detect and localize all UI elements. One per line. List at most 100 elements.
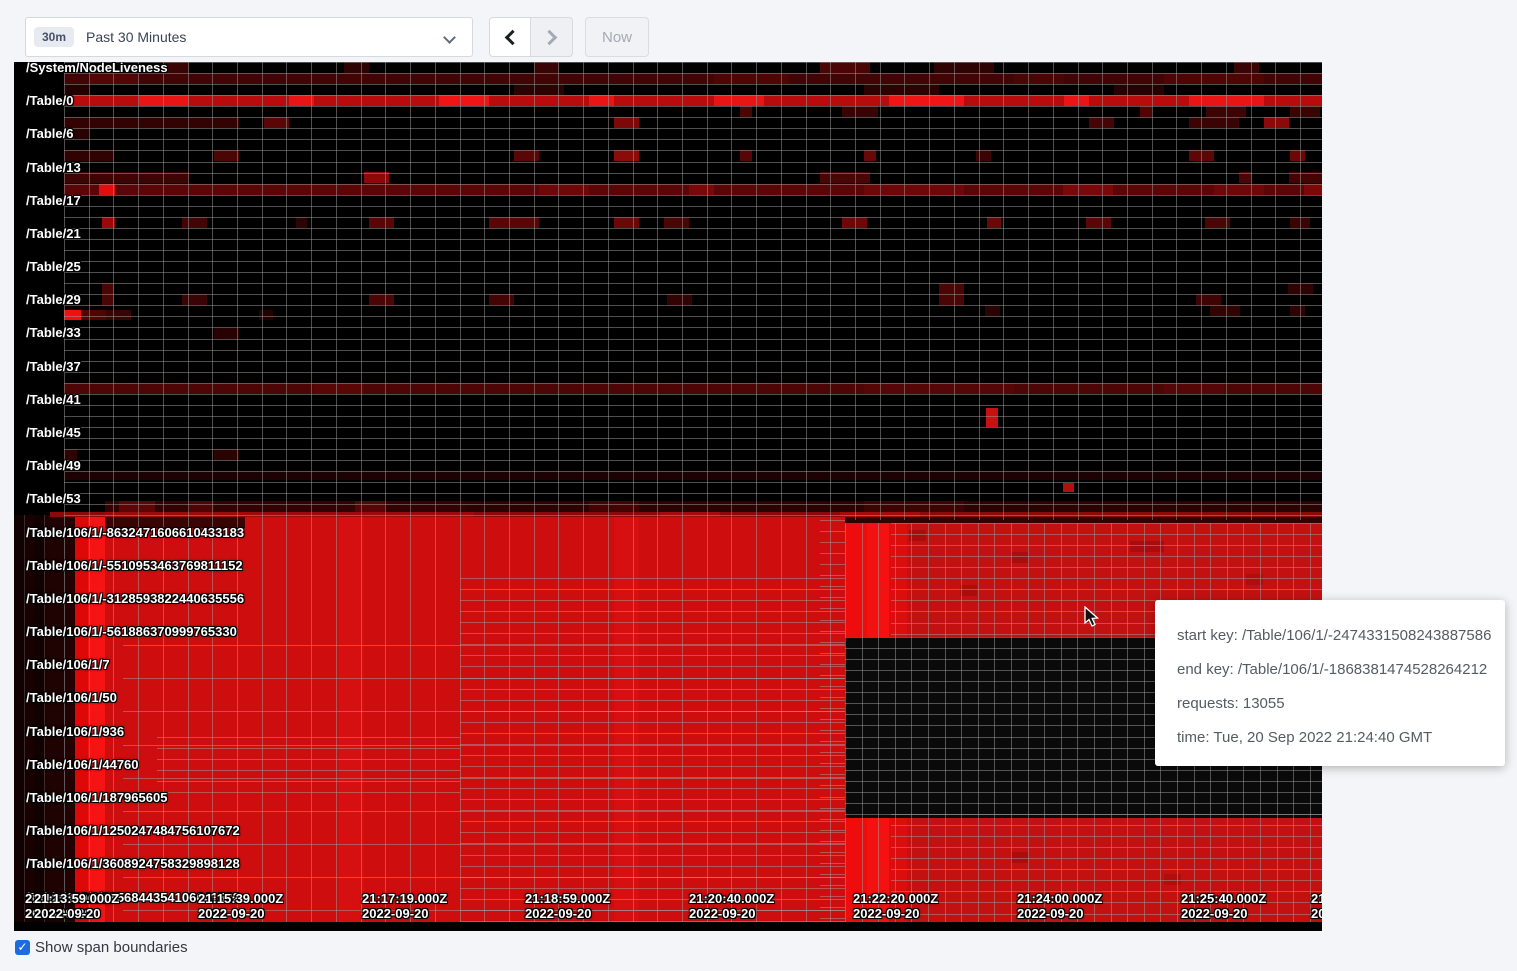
heatmap-cell[interactable]	[139, 95, 189, 106]
heatmap-cell[interactable]	[864, 150, 876, 161]
heatmap-cell[interactable]	[64, 310, 81, 320]
heatmap-cell[interactable]	[986, 408, 998, 427]
heatmap-cell[interactable]	[214, 150, 239, 161]
heatmap-cell[interactable]	[369, 217, 394, 228]
span-boundary-line	[460, 622, 845, 623]
heatmap-cell[interactable]	[214, 328, 239, 339]
heatmap-cell[interactable]	[64, 73, 1322, 84]
heatmap-cell[interactable]	[314, 383, 364, 394]
heatmap-cell[interactable]	[514, 150, 539, 161]
span-boundary-line	[64, 84, 1322, 85]
heatmap-cell[interactable]	[106, 310, 131, 320]
heatmap-cell[interactable]	[987, 217, 1001, 228]
heatmap-cell[interactable]	[1064, 95, 1089, 106]
span-boundary-line	[460, 810, 845, 811]
time-back-button[interactable]	[489, 17, 531, 57]
time-forward-button[interactable]	[531, 17, 573, 57]
heatmap-cell[interactable]	[64, 471, 1322, 480]
heatmap-cell[interactable]	[489, 294, 514, 305]
heatmap-cell[interactable]	[1290, 305, 1305, 316]
heatmap-cell[interactable]	[1290, 150, 1305, 161]
heatmap-cell[interactable]	[182, 217, 207, 228]
heatmap-region[interactable]	[889, 523, 907, 637]
heatmap-cell[interactable]	[534, 62, 559, 73]
heatmap-cell[interactable]	[214, 449, 239, 460]
span-boundary-line	[891, 825, 1322, 826]
span-boundary-line	[820, 608, 845, 609]
heatmap-cell[interactable]	[934, 62, 994, 73]
heatmap-cell[interactable]	[667, 294, 692, 305]
heatmap-cell[interactable]	[296, 217, 307, 228]
heatmap-cell[interactable]	[539, 184, 589, 195]
heatmap-cell[interactable]	[589, 501, 639, 512]
show-span-boundaries-checkbox[interactable]: ✓	[15, 940, 30, 955]
heatmap-cell[interactable]	[64, 383, 1322, 394]
heatmap-region[interactable]	[845, 523, 867, 637]
heatmap-cell[interactable]	[189, 501, 214, 512]
heatmap-cell[interactable]	[1189, 117, 1239, 128]
heatmap-cell[interactable]	[614, 217, 639, 228]
row-label: /Table/106/1/-3128593822440635556	[26, 591, 244, 606]
heatmap-cell[interactable]	[820, 62, 870, 73]
heatmap-cell[interactable]	[1164, 383, 1224, 394]
heatmap-cell[interactable]	[589, 95, 614, 106]
heatmap-cell[interactable]	[714, 73, 789, 84]
heatmap-cell[interactable]	[1014, 73, 1064, 84]
heatmap-cell[interactable]	[64, 95, 1322, 106]
heatmap-cell[interactable]	[81, 310, 106, 320]
span-boundary-line	[460, 689, 845, 690]
span-boundary-line	[820, 586, 845, 587]
heatmap-cell[interactable]	[740, 150, 752, 161]
heatmap-cell[interactable]	[1214, 184, 1264, 195]
span-boundary-line	[891, 578, 1322, 579]
row-label: /System/NodeLiveness	[26, 62, 168, 75]
heatmap-cell[interactable]	[614, 117, 639, 128]
heatmap-cell[interactable]	[1289, 172, 1322, 183]
span-boundary-line	[891, 858, 1322, 859]
key-visualizer-heatmap[interactable]: /System/NodeLiveness/Table/0/Table/6/Tab…	[14, 62, 1322, 931]
time-range-select[interactable]: 30m Past 30 Minutes	[25, 17, 473, 57]
heatmap-cell[interactable]	[740, 106, 752, 117]
heatmap-cell[interactable]	[1011, 552, 1028, 563]
heatmap-cell[interactable]	[264, 117, 289, 128]
heatmap-cell[interactable]	[1234, 62, 1259, 73]
row-label: /Table/37	[26, 359, 81, 374]
heatmap-cell[interactable]	[1196, 294, 1221, 305]
heatmap-cell[interactable]	[864, 84, 939, 95]
heatmap-cell[interactable]	[64, 172, 189, 183]
span-boundary-line	[820, 653, 845, 654]
row-label: /Table/41	[26, 392, 81, 407]
heatmap-cell[interactable]	[344, 62, 369, 73]
span-boundary-line	[979, 62, 980, 520]
heatmap-cell[interactable]	[1130, 541, 1164, 552]
heatmap-cell[interactable]	[369, 294, 394, 305]
heatmap-cell[interactable]	[514, 84, 564, 95]
heatmap-cell[interactable]	[119, 501, 155, 512]
heatmap-cell[interactable]	[1086, 217, 1111, 228]
heatmap-cell[interactable]	[1140, 106, 1152, 117]
heatmap-cell[interactable]	[614, 150, 639, 161]
now-button[interactable]: Now	[585, 17, 649, 57]
x-axis-tick-label: 21:13:59.000Z2022-09-20	[34, 891, 119, 921]
heatmap-cell[interactable]	[1264, 117, 1289, 128]
heatmap-cell[interactable]	[1063, 483, 1074, 492]
heatmap-cell[interactable]	[985, 305, 1000, 316]
heatmap-cell[interactable]	[960, 585, 977, 596]
heatmap-cell[interactable]	[1304, 184, 1322, 195]
heatmap-cell[interactable]	[1164, 73, 1264, 84]
heatmap-cell[interactable]	[664, 217, 689, 228]
heatmap-cell[interactable]	[355, 501, 385, 512]
heatmap-cell[interactable]	[1290, 106, 1320, 117]
heatmap-cell[interactable]	[439, 95, 489, 106]
heatmap-cell[interactable]	[842, 106, 878, 117]
heatmap-cell[interactable]	[864, 383, 1014, 394]
span-boundary-line	[460, 843, 845, 844]
heatmap-cell[interactable]	[1063, 184, 1113, 195]
heatmap-cell[interactable]	[489, 217, 539, 228]
heatmap-cell[interactable]	[820, 172, 870, 183]
span-boundary-line	[891, 589, 1322, 590]
heatmap-cell[interactable]	[889, 95, 964, 106]
heatmap-cell[interactable]	[689, 184, 714, 195]
heatmap-cell[interactable]	[182, 294, 207, 305]
heatmap-cell[interactable]	[1114, 84, 1164, 95]
